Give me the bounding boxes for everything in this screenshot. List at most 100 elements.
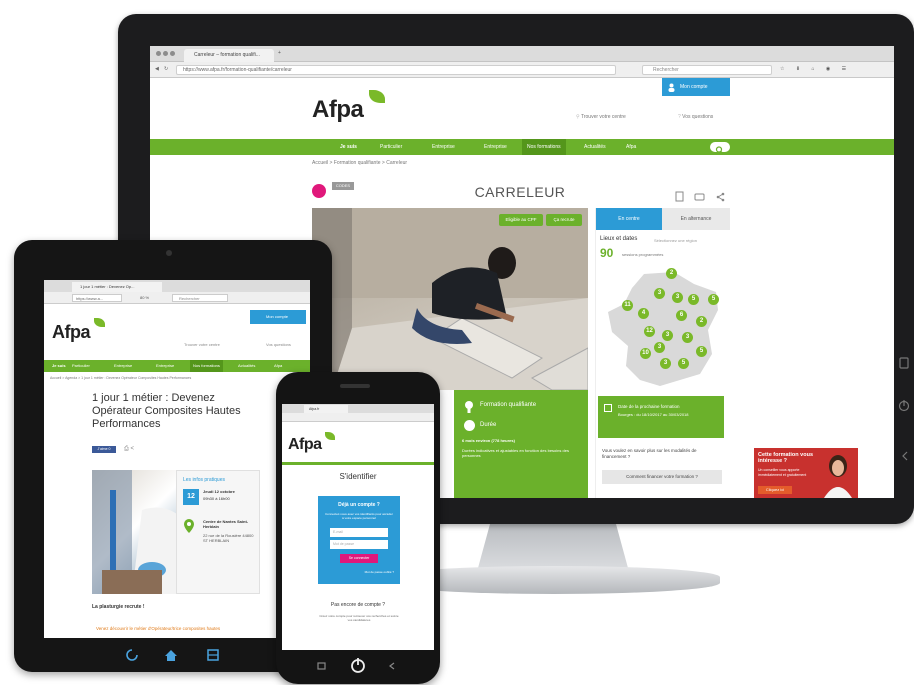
nav-item-particulier[interactable]: Particulier [380, 139, 402, 155]
phone-afpa-logo[interactable]: Afpa [288, 436, 322, 454]
tablet-url-bar: https://www.a... 80 % Rechercher [44, 292, 310, 304]
page-title: CARRELEUR [474, 184, 566, 200]
formation-qualifiante-icon [464, 400, 474, 413]
sessions-label: sessions programmées [622, 252, 664, 257]
vos-questions-link[interactable]: ? Vos questions [678, 114, 713, 120]
nav-item-actualites[interactable]: Actualités [584, 139, 606, 155]
email-field[interactable]: E-mail [330, 528, 388, 537]
region-count[interactable]: 3 [682, 332, 693, 343]
tab-en-alternance[interactable]: En alternance [662, 208, 730, 230]
mon-compte-button[interactable]: Mon compte [662, 78, 730, 96]
tablet-zoom-level[interactable]: 80 % [140, 295, 149, 300]
browser-url-bar: ◀ ↻ https://www.afpa.fr/formation-qualif… [150, 62, 894, 78]
reload-icon[interactable]: ↻ [164, 66, 168, 72]
tablet-nav-icons[interactable] [124, 646, 234, 664]
tablet-mon-compte-button[interactable]: Mon compte [250, 310, 306, 324]
tablet-nav-actualites[interactable]: Actualités [238, 360, 255, 372]
trouver-centre-link[interactable]: ⚲ Trouver votre centre [576, 114, 626, 120]
phone-afpa-leaf-icon [325, 432, 335, 440]
duree-value: 6 mois environ (778 heures) [462, 438, 515, 443]
tablet-article-link[interactable]: Venez découvrir le métier d'Opérateur/tr… [96, 626, 266, 631]
financement-button[interactable]: Comment financer votre formation ? [602, 470, 722, 484]
promo-button[interactable]: Cliquez ici [758, 486, 792, 494]
region-count[interactable]: 3 [654, 288, 665, 299]
back-icon[interactable]: ◀ [155, 66, 159, 72]
tablet-nav-nos-formations[interactable]: Nos formations [190, 360, 223, 372]
browser-search-input[interactable]: Rechercher [642, 65, 772, 75]
region-count[interactable]: 11 [622, 300, 633, 311]
phone-nav-icons[interactable] [306, 656, 410, 676]
forgot-password-link[interactable]: Mot de passe oublié ? [318, 570, 394, 574]
login-button[interactable]: Se connecter [340, 554, 378, 563]
phone-url-bar [282, 413, 434, 422]
region-count[interactable]: 6 [676, 310, 687, 321]
nav-item-afpa[interactable]: Afpa [626, 139, 636, 155]
nav-item-entreprise-2[interactable]: Entreprise [484, 139, 507, 155]
browser-tab[interactable]: Carreleur – formation qualifi... [184, 49, 274, 62]
region-count[interactable]: 5 [708, 294, 719, 305]
nav-item-je-suis[interactable]: Je suis [340, 139, 357, 155]
address-input[interactable]: https://www.afpa.fr/formation-qualifiant… [176, 65, 616, 75]
window-close-icon[interactable] [156, 51, 161, 56]
region-count[interactable]: 2 [696, 316, 707, 327]
formation-qualifiante-label: Formation qualifiante [480, 402, 537, 408]
region-count[interactable]: 5 [696, 346, 707, 357]
new-tab-icon[interactable]: + [278, 50, 281, 56]
tablet-screen: 1 jour 1 métier : Devenez Op... https://… [44, 280, 310, 638]
tablet-nav-particulier[interactable]: Particulier [72, 360, 90, 372]
region-count[interactable]: 4 [638, 308, 649, 319]
region-count[interactable]: 3 [660, 358, 671, 369]
window-maximize-icon[interactable] [170, 51, 175, 56]
afpa-logo[interactable]: Afpa [312, 96, 364, 124]
nav-item-nos-formations[interactable]: Nos formations [522, 139, 566, 155]
region-count[interactable]: 5 [688, 294, 699, 305]
monitor-side-buttons [898, 356, 910, 466]
prochaine-formation-detail: Bourges : du 18/10/2017 au 30/03/2018 [618, 412, 689, 417]
region-count[interactable]: 3 [672, 292, 683, 303]
sessions-panel: En centre En alternance Lieux et dates S… [595, 208, 730, 498]
event-date: Jeudi 12 octobre [203, 489, 235, 494]
window-minimize-icon[interactable] [163, 51, 168, 56]
tablet-nav-bar [124, 646, 234, 664]
region-count[interactable]: 3 [654, 342, 665, 353]
infos-pratiques-card: Les infos pratiques 12 Jeudi 12 octobre … [176, 470, 260, 594]
region-count[interactable]: 12 [644, 326, 655, 337]
password-field[interactable]: Mot de passe [330, 540, 388, 549]
region-count[interactable]: 5 [678, 358, 689, 369]
tablet-vos-questions[interactable]: Vos questions [266, 342, 291, 347]
financement-question: Vous voulez en savoir plus sur les modal… [602, 448, 697, 459]
tablet-browser-tab[interactable]: 1 jour 1 métier : Devenez Op... [72, 282, 162, 292]
tablet-afpa-logo[interactable]: Afpa [52, 322, 91, 343]
tablet-nav-afpa[interactable]: Afpa [274, 360, 282, 372]
tablet-search-input[interactable]: Rechercher [172, 294, 228, 302]
tablet-tab-bar: 1 jour 1 métier : Devenez Op... [44, 280, 310, 292]
nav-search-button[interactable] [710, 142, 730, 154]
tablet-address-input[interactable]: https://www.a... [72, 294, 122, 302]
toolbar-icons[interactable]: ☆ ⬇ ⌂ ◉ ☰ [780, 66, 851, 72]
tab-en-centre[interactable]: En centre [596, 208, 662, 230]
tablet-nav-entreprise-2[interactable]: Entreprise [156, 360, 174, 372]
nav-item-entreprise[interactable]: Entreprise [432, 139, 455, 155]
phone-heading: S'identifier [339, 472, 377, 481]
promo-text: Un conseiller vous apporte immédiatement… [758, 468, 807, 477]
page-actions [674, 190, 734, 202]
tablet-navigation: Je suis Particulier Entreprise Entrepris… [44, 360, 310, 372]
phone-browser-tab[interactable]: Afpa.fr [304, 405, 348, 413]
prochaine-formation-label: Date de la prochaine formation [618, 404, 680, 409]
region-count[interactable]: 2 [666, 268, 677, 279]
tablet-nav-entreprise[interactable]: Entreprise [114, 360, 132, 372]
region-count[interactable]: 3 [662, 330, 673, 341]
browser-tab-bar: Carreleur – formation qualifi... + [150, 46, 894, 62]
tablet-trouver-centre[interactable]: Trouver votre centre [184, 342, 220, 347]
phone-green-bar [282, 462, 434, 465]
region-count[interactable]: 10 [640, 348, 651, 359]
calendar-icon [604, 404, 612, 412]
mon-compte-label: Mon compte [680, 84, 708, 90]
tablet-nav-je-suis[interactable]: Je suis [52, 360, 66, 372]
tablet-share-icons[interactable]: ⎙ < [124, 446, 134, 453]
facebook-like-button[interactable]: J'aime 0 [92, 446, 116, 453]
print-share-icons[interactable] [674, 191, 734, 203]
promo-banner[interactable]: Cette formation vous intéresse ? Un cons… [754, 448, 858, 498]
search-icon [715, 146, 724, 154]
code-badge: CODES [332, 182, 354, 190]
